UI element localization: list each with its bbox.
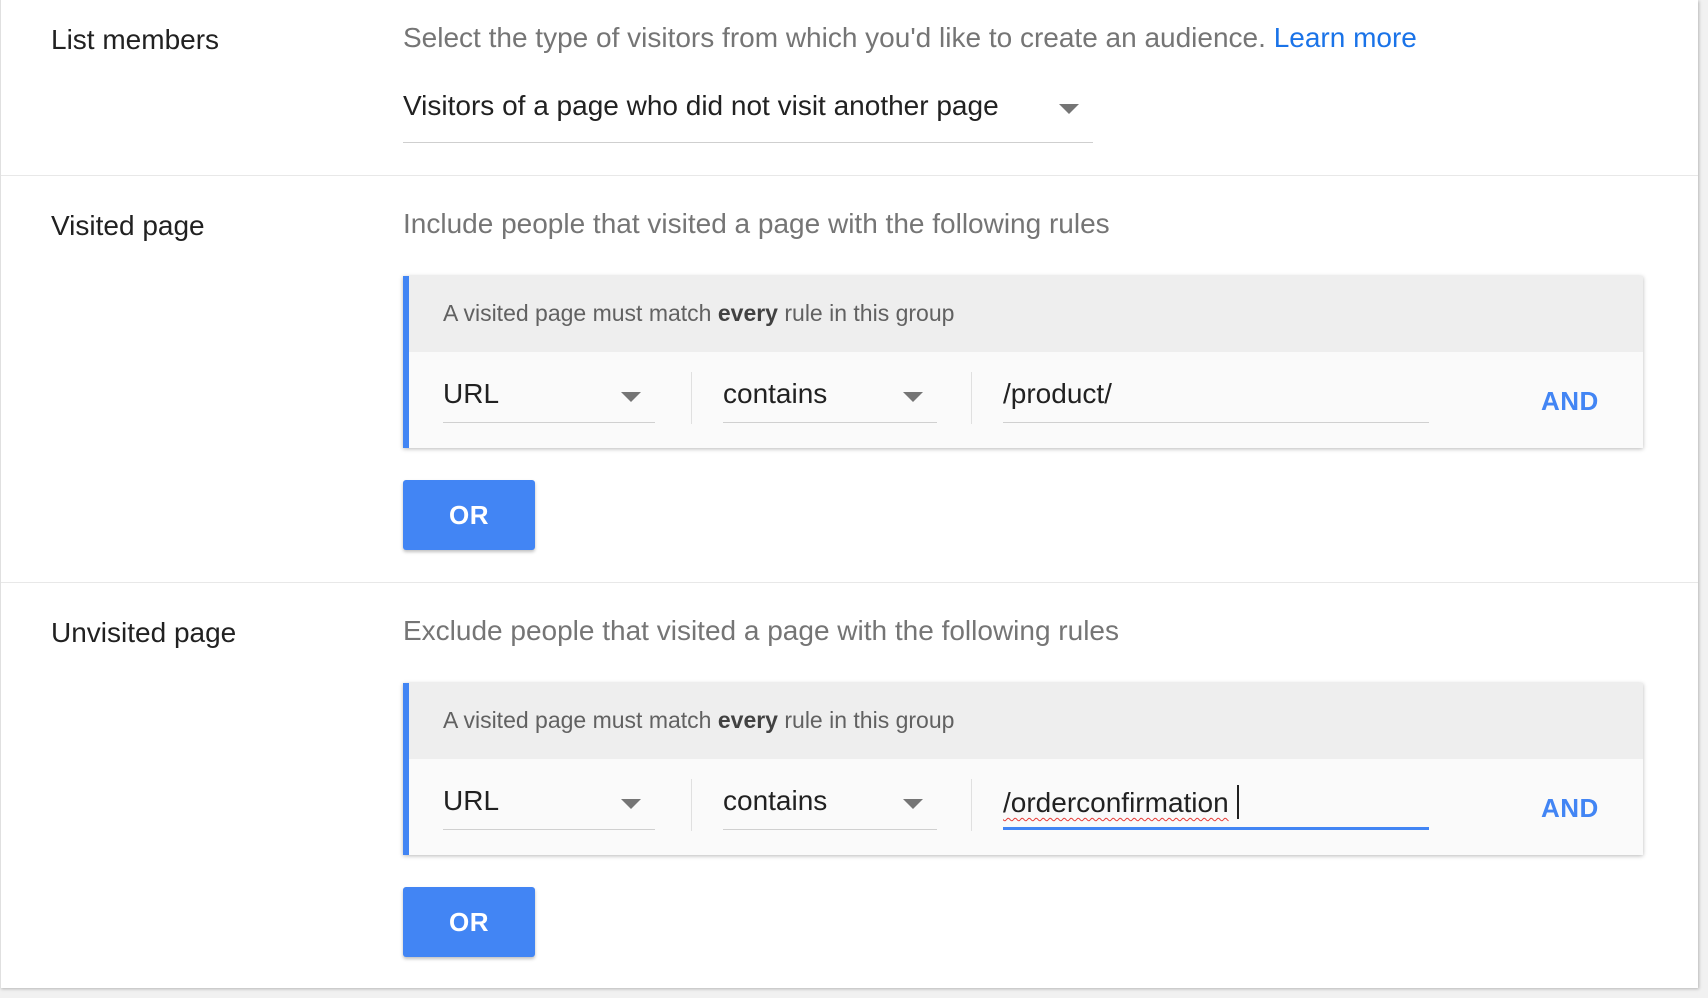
rule-group-header-bold: every [717, 300, 778, 326]
or-button[interactable]: OR [403, 887, 535, 957]
rule-group-header-prefix: A visited page must match [443, 300, 712, 326]
unvisited-rule-group: A visited page must match every rule in … [403, 683, 1643, 855]
rule-operator-dropdown[interactable]: contains [723, 372, 937, 423]
visitor-type-dropdown[interactable]: Visitors of a page who did not visit ano… [403, 86, 1093, 143]
list-members-description-text: Select the type of visitors from which y… [403, 22, 1266, 53]
spellcheck-text: /orderconfirmation [1003, 787, 1229, 818]
and-button[interactable]: AND [1541, 793, 1599, 824]
rule-divider [691, 779, 692, 831]
rule-field-dropdown[interactable]: URL [443, 372, 655, 423]
rule-group-header-text: A visited page must match every rule in … [443, 300, 954, 327]
visitor-type-selected-value: Visitors of a page who did not visit ano… [403, 90, 999, 121]
chevron-down-icon [903, 799, 923, 809]
rule-group-header-bold: every [717, 707, 778, 733]
rule-group-header-suffix: rule in this group [784, 300, 955, 326]
rule-value-text: /orderconfirmation [1003, 785, 1239, 819]
rule-divider [971, 779, 972, 831]
list-members-description: Select the type of visitors from which y… [403, 22, 1417, 54]
unvisited-page-description: Exclude people that visited a page with … [403, 615, 1119, 646]
rule-group-header: A visited page must match every rule in … [409, 276, 1643, 352]
visited-page-description: Include people that visited a page with … [403, 208, 1110, 239]
rule-field-value: URL [443, 785, 500, 816]
rule-field-dropdown[interactable]: URL [443, 779, 655, 830]
rule-value-text: /product/ [1003, 378, 1112, 409]
rule-group-header-text: A visited page must match every rule in … [443, 707, 954, 734]
rule-operator-value: contains [723, 378, 828, 409]
audience-form-panel: List members Select the type of visitors… [0, 0, 1698, 988]
list-members-label: List members [51, 24, 220, 55]
visited-page-label: Visited page [51, 210, 205, 241]
or-button[interactable]: OR [403, 480, 535, 550]
rule-group-header-prefix: A visited page must match [443, 707, 712, 733]
rule-group-header: A visited page must match every rule in … [409, 683, 1643, 759]
text-cursor [1236, 785, 1239, 819]
list-members-section: List members Select the type of visitors… [1, 0, 1698, 174]
unvisited-page-label: Unvisited page [51, 617, 237, 648]
unvisited-page-section: Unvisited page Exclude people that visit… [1, 582, 1698, 989]
chevron-down-icon [903, 392, 923, 402]
rule-value-input[interactable]: /product/ [1003, 372, 1429, 423]
rule-value-input[interactable]: /orderconfirmation [1003, 779, 1429, 830]
rule-field-value: URL [443, 378, 500, 409]
visited-page-section: Visited page Include people that visited… [1, 175, 1698, 582]
and-button[interactable]: AND [1541, 386, 1599, 417]
rule-operator-dropdown[interactable]: contains [723, 779, 937, 830]
chevron-down-icon [621, 799, 641, 809]
rule-group-header-suffix: rule in this group [784, 707, 955, 733]
rule-divider [971, 372, 972, 424]
rule-divider [691, 372, 692, 424]
chevron-down-icon [1059, 104, 1079, 114]
rule-operator-value: contains [723, 785, 828, 816]
learn-more-link[interactable]: Learn more [1274, 22, 1417, 53]
chevron-down-icon [621, 392, 641, 402]
visited-rule-group: A visited page must match every rule in … [403, 276, 1643, 448]
